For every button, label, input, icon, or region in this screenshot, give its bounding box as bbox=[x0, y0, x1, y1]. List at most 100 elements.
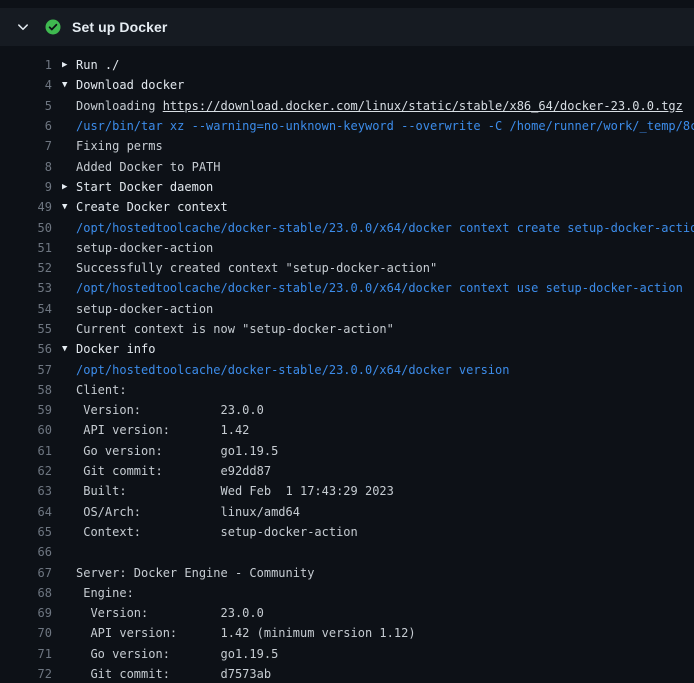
log-line: 70 API version: 1.42 (minimum version 1.… bbox=[0, 623, 694, 643]
log-text: /opt/hostedtoolcache/docker-stable/23.0.… bbox=[76, 281, 694, 295]
log-text: Run ./ bbox=[76, 58, 694, 72]
line-number[interactable]: 9 bbox=[0, 180, 52, 194]
log-line[interactable]: 4 ▼Download docker bbox=[0, 75, 694, 95]
line-number[interactable]: 56 bbox=[0, 342, 52, 356]
log-text: API version: 1.42 (minimum version 1.12) bbox=[76, 626, 694, 640]
group-expanded-icon[interactable]: ▼ bbox=[62, 202, 76, 212]
log-line: 62 Git commit: e92dd87 bbox=[0, 461, 694, 481]
log-line: 66 bbox=[0, 542, 694, 562]
chevron-down-icon[interactable] bbox=[16, 20, 30, 34]
check-circle-icon bbox=[45, 19, 61, 35]
line-number[interactable]: 54 bbox=[0, 302, 52, 316]
log-line: 55Current context is now "setup-docker-a… bbox=[0, 319, 694, 339]
log-text: Go version: go1.19.5 bbox=[76, 647, 694, 661]
line-number[interactable]: 64 bbox=[0, 505, 52, 519]
log-line: 59 Version: 23.0.0 bbox=[0, 400, 694, 420]
log-line: 60 API version: 1.42 bbox=[0, 420, 694, 440]
log-line: 51 setup-docker-action bbox=[0, 238, 694, 258]
log-text: setup-docker-action bbox=[76, 302, 694, 316]
line-number[interactable]: 67 bbox=[0, 566, 52, 580]
group-collapsed-icon[interactable]: ▶ bbox=[62, 60, 76, 70]
log-line: 65 Context: setup-docker-action bbox=[0, 522, 694, 542]
log-line: 61 Go version: go1.19.5 bbox=[0, 441, 694, 461]
log-text: Client: bbox=[76, 383, 694, 397]
line-number[interactable]: 59 bbox=[0, 403, 52, 417]
log-container: 1▶Run ./4▼Download docker5Downloading ht… bbox=[0, 46, 694, 683]
log-line: 8 Added Docker to PATH bbox=[0, 156, 694, 176]
log-text: Git commit: d7573ab bbox=[76, 667, 694, 681]
log-line: 5 Downloading https://download.docker.com… bbox=[0, 96, 694, 116]
line-number[interactable]: 71 bbox=[0, 647, 52, 661]
log-line: 68 Engine: bbox=[0, 583, 694, 603]
line-number[interactable]: 8 bbox=[0, 160, 52, 174]
line-number[interactable]: 55 bbox=[0, 322, 52, 336]
line-number[interactable]: 65 bbox=[0, 525, 52, 539]
log-text: Version: 23.0.0 bbox=[76, 606, 694, 620]
log-line[interactable]: 56 ▼Docker info bbox=[0, 339, 694, 359]
line-number[interactable]: 52 bbox=[0, 261, 52, 275]
line-number[interactable]: 49 bbox=[0, 200, 52, 214]
line-number[interactable]: 69 bbox=[0, 606, 52, 620]
log-text: Built: Wed Feb 1 17:43:29 2023 bbox=[76, 484, 694, 498]
log-line: 6/usr/bin/tar xz --warning=no-unknown-ke… bbox=[0, 116, 694, 136]
log-text: Docker info bbox=[76, 342, 694, 356]
log-line: 52 Successfully created context "setup-do… bbox=[0, 258, 694, 278]
log-text: Fixing perms bbox=[76, 139, 694, 153]
workflow-log-page: Set up Docker 1▶Run ./4▼Download docker5… bbox=[0, 0, 694, 683]
line-number[interactable]: 58 bbox=[0, 383, 52, 397]
log-line: 63 Built: Wed Feb 1 17:43:29 2023 bbox=[0, 481, 694, 501]
line-number[interactable]: 66 bbox=[0, 545, 52, 559]
line-number[interactable]: 63 bbox=[0, 484, 52, 498]
log-text: API version: 1.42 bbox=[76, 423, 694, 437]
log-text: Downloading https://download.docker.com/… bbox=[76, 99, 694, 113]
group-collapsed-icon[interactable]: ▶ bbox=[62, 182, 76, 192]
log-text: Start Docker daemon bbox=[76, 180, 694, 194]
log-line: 58 Client: bbox=[0, 380, 694, 400]
log-text: Version: 23.0.0 bbox=[76, 403, 694, 417]
line-number[interactable]: 68 bbox=[0, 586, 52, 600]
line-number[interactable]: 1 bbox=[0, 58, 52, 72]
log-line: 57/opt/hostedtoolcache/docker-stable/23.… bbox=[0, 359, 694, 379]
line-number[interactable]: 4 bbox=[0, 78, 52, 92]
log-text: Go version: go1.19.5 bbox=[76, 444, 694, 458]
log-text: setup-docker-action bbox=[76, 241, 694, 255]
line-number[interactable]: 7 bbox=[0, 139, 52, 153]
log-text: Server: Docker Engine - Community bbox=[76, 566, 694, 580]
log-line: 72 Git commit: d7573ab bbox=[0, 664, 694, 683]
log-line[interactable]: 1 ▶Run ./ bbox=[0, 55, 694, 75]
line-number[interactable]: 60 bbox=[0, 423, 52, 437]
log-text: Engine: bbox=[76, 586, 694, 600]
log-text: /opt/hostedtoolcache/docker-stable/23.0.… bbox=[76, 363, 694, 377]
log-line: 71 Go version: go1.19.5 bbox=[0, 644, 694, 664]
log-text: Added Docker to PATH bbox=[76, 160, 694, 174]
group-expanded-icon[interactable]: ▼ bbox=[62, 80, 76, 90]
log-line: 69 Version: 23.0.0 bbox=[0, 603, 694, 623]
log-line: 64 OS/Arch: linux/amd64 bbox=[0, 502, 694, 522]
line-number[interactable]: 72 bbox=[0, 667, 52, 681]
line-number[interactable]: 61 bbox=[0, 444, 52, 458]
download-url-link[interactable]: https://download.docker.com/linux/static… bbox=[163, 99, 683, 113]
step-header[interactable]: Set up Docker bbox=[0, 8, 694, 46]
log-text: Download docker bbox=[76, 78, 694, 92]
log-text: Successfully created context "setup-dock… bbox=[76, 261, 694, 275]
line-number[interactable]: 6 bbox=[0, 119, 52, 133]
log-line: 50/opt/hostedtoolcache/docker-stable/23.… bbox=[0, 217, 694, 237]
line-number[interactable]: 57 bbox=[0, 363, 52, 377]
step-title: Set up Docker bbox=[72, 19, 167, 35]
group-expanded-icon[interactable]: ▼ bbox=[62, 344, 76, 354]
line-number[interactable]: 50 bbox=[0, 221, 52, 235]
log-line: 53/opt/hostedtoolcache/docker-stable/23.… bbox=[0, 278, 694, 298]
log-line: 67 Server: Docker Engine - Community bbox=[0, 562, 694, 582]
log-text: /usr/bin/tar xz --warning=no-unknown-key… bbox=[76, 119, 694, 133]
line-number[interactable]: 51 bbox=[0, 241, 52, 255]
log-line[interactable]: 9 ▶Start Docker daemon bbox=[0, 177, 694, 197]
log-line: 7 Fixing perms bbox=[0, 136, 694, 156]
line-number[interactable]: 5 bbox=[0, 99, 52, 113]
log-text: OS/Arch: linux/amd64 bbox=[76, 505, 694, 519]
line-number[interactable]: 70 bbox=[0, 626, 52, 640]
line-number[interactable]: 53 bbox=[0, 281, 52, 295]
log-text-prefix: Downloading bbox=[76, 99, 163, 113]
log-line[interactable]: 49▼Create Docker context bbox=[0, 197, 694, 217]
line-number[interactable]: 62 bbox=[0, 464, 52, 478]
log-line: 54 setup-docker-action bbox=[0, 299, 694, 319]
